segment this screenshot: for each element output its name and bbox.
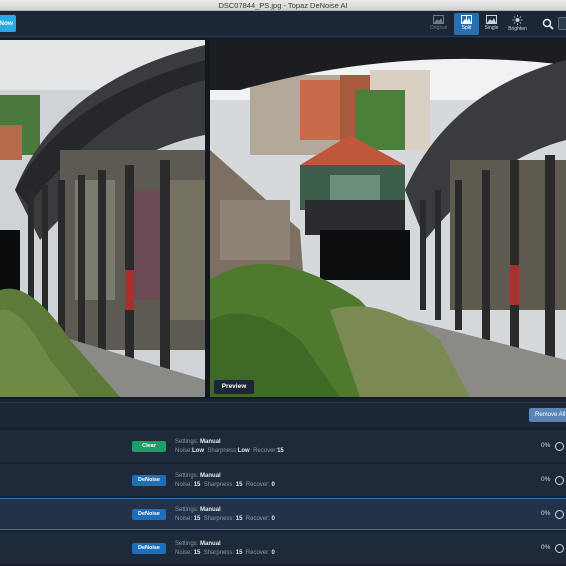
view-single-button[interactable]: Single bbox=[479, 13, 504, 35]
single-view-icon bbox=[486, 15, 497, 24]
image-queue-list: Clear Settings: Manual Noise:Low Sharpne… bbox=[0, 428, 566, 566]
view-label-original: Original bbox=[429, 25, 448, 31]
row-settings: Settings: Manual Noise: 15 Sharpness: 15… bbox=[175, 507, 275, 522]
settings-panel-toggle[interactable] bbox=[558, 17, 566, 30]
original-image-pane[interactable] bbox=[0, 40, 205, 397]
photo-processed bbox=[210, 40, 566, 397]
open-button[interactable]: Now bbox=[0, 15, 16, 32]
row-settings: Settings: Manual Noise: 15 Sharpness: 15… bbox=[175, 473, 275, 488]
select-circle-icon[interactable] bbox=[555, 544, 564, 553]
brighten-button[interactable]: Brighten bbox=[505, 13, 530, 35]
model-button-denoise[interactable]: DeNoise bbox=[132, 475, 166, 486]
queue-row[interactable]: DeNoise Settings: Manual Noise: 15 Sharp… bbox=[0, 532, 566, 564]
row-settings: Settings: Manual Noise: 15 Sharpness: 15… bbox=[175, 541, 275, 556]
model-button-denoise[interactable]: DeNoise bbox=[132, 543, 166, 554]
brighten-icon bbox=[512, 15, 523, 25]
split-view-icon bbox=[461, 15, 472, 24]
select-circle-icon[interactable] bbox=[555, 442, 564, 451]
queue-row[interactable]: Clear Settings: Manual Noise:Low Sharpne… bbox=[0, 430, 566, 462]
row-progress: 0% bbox=[541, 510, 551, 517]
row-progress: 0% bbox=[541, 476, 551, 483]
image-icon bbox=[433, 15, 444, 24]
row-progress: 0% bbox=[541, 544, 551, 551]
preview-button[interactable]: Preview bbox=[214, 380, 254, 394]
model-button-denoise[interactable]: DeNoise bbox=[132, 509, 166, 520]
view-label-brighten: Brighten bbox=[508, 26, 527, 32]
queue-row-selected[interactable]: DeNoise Settings: Manual Noise: 15 Sharp… bbox=[0, 498, 566, 530]
window-titlebar: DSC07844_PS.jpg - Topaz DeNoise AI bbox=[0, 0, 566, 11]
view-label-split: Split bbox=[461, 25, 472, 31]
remove-all-button[interactable]: Remove All bbox=[529, 408, 566, 422]
select-circle-icon[interactable] bbox=[555, 476, 564, 485]
window-title: DSC07844_PS.jpg - Topaz DeNoise AI bbox=[218, 1, 348, 10]
processed-image-pane[interactable] bbox=[210, 40, 566, 397]
view-label-single: Single bbox=[484, 25, 499, 31]
zoom-icon[interactable] bbox=[542, 18, 554, 30]
model-button-clear[interactable]: Clear bbox=[132, 441, 166, 452]
top-toolbar: Now Original Split Single Brighten bbox=[0, 11, 566, 37]
split-divider[interactable] bbox=[205, 38, 210, 399]
queue-header: Remove All bbox=[0, 402, 566, 426]
view-split-button[interactable]: Split bbox=[454, 13, 479, 35]
row-settings: Settings: Manual Noise:Low Sharpness:Low… bbox=[175, 439, 284, 454]
select-circle-icon[interactable] bbox=[555, 510, 564, 519]
queue-row[interactable]: DeNoise Settings: Manual Noise: 15 Sharp… bbox=[0, 464, 566, 496]
row-progress: 0% bbox=[541, 442, 551, 449]
image-viewer[interactable] bbox=[0, 38, 566, 399]
view-original-button[interactable]: Original bbox=[426, 13, 451, 35]
photo-original bbox=[0, 40, 205, 397]
